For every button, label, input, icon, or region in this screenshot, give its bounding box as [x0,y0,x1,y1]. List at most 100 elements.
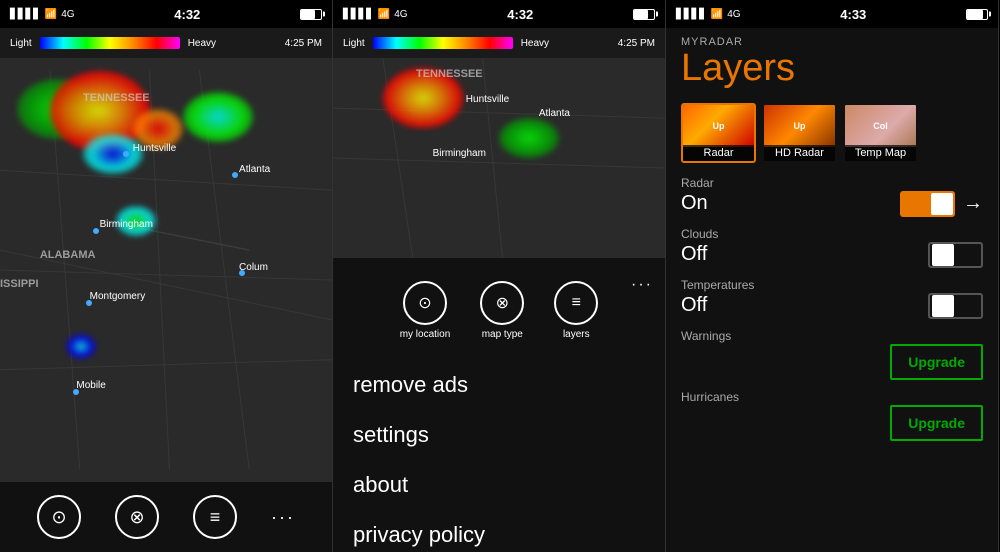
location-btn-1[interactable]: ⊙ [37,495,81,539]
control-radar-right: → [900,191,983,217]
city-label-huntsville: Huntsville [133,143,176,154]
city-2-huntsville: Huntsville [466,94,509,105]
toolbar-1: ⊙ ⊗ ≡ ··· [0,482,332,552]
control-hurricanes-name: Hurricanes [681,390,983,404]
heavy-label-2: Heavy [521,38,549,49]
map-area-2[interactable]: TENNESSEE Huntsville Atlanta Birmingham [333,58,665,258]
radar-thumb-label: Radar [683,145,754,161]
thumb-radar[interactable]: Up Radar [681,103,756,163]
temp-toggle[interactable] [928,293,983,319]
wifi-icon-2: 📶 [378,9,390,20]
map-area-1[interactable]: TENNESSEE ALABAMA ISSIPPI Huntsville Atl… [0,58,332,482]
clouds-toggle-knob [932,244,954,266]
wifi-icon-3: 📶 [711,9,723,20]
menu-settings[interactable]: settings [353,410,645,460]
city-dot-birmingham [93,228,99,234]
panel-1: ▋▋▋▋ 📶 4G 4:32 Light Heavy 4:25 PM [0,0,333,552]
radar-header-1: Light Heavy 4:25 PM [0,28,332,58]
toolbar-icons-row: ⊙ my location ⊗ map type ≡ layers [333,266,665,350]
radar-thumb-image: Up [683,105,754,147]
control-temperatures: Temperatures Off [681,278,983,319]
status-bar-2: ▋▋▋▋ 📶 4G 4:32 [333,0,665,28]
clouds-toggle[interactable] [928,242,983,268]
data-icon-2: 4G [394,9,407,20]
control-clouds-name: Clouds [681,227,983,241]
temp-thumb-col: Col [873,121,888,131]
menu-remove-ads[interactable]: remove ads [353,360,645,410]
status-time-1: 4:32 [174,7,200,22]
radar-time-1: 4:25 PM [285,38,322,49]
city-label-colum: Colum [239,262,268,273]
battery-icon-3 [966,9,988,20]
control-clouds: Clouds Off [681,227,983,268]
control-radar-row: On → [681,191,983,217]
control-warnings-name: Warnings [681,329,983,343]
thumb-temp-map[interactable]: Col Temp Map [843,103,918,163]
control-radar-value: On [681,192,708,215]
hurricanes-upgrade-btn[interactable]: Upgrade [890,405,983,441]
data-icon: 4G [61,9,74,20]
temp-thumb-image: Col [845,105,916,147]
battery-2 [633,9,655,20]
layer-controls: Radar On → Clouds Off [666,171,998,552]
control-radar-name: Radar [681,176,983,190]
city-label-montgomery: Montgomery [90,291,146,302]
layers-btn-1[interactable]: ≡ [193,495,237,539]
control-temp-name: Temperatures [681,278,983,292]
layers-icon-circle: ≡ [554,281,598,325]
light-label-2: Light [343,38,365,49]
menu-about[interactable]: about [353,460,645,510]
maptype-btn-1[interactable]: ⊗ [115,495,159,539]
radar-arrow-icon[interactable]: → [963,192,983,215]
temp-thumb-label: Temp Map [845,145,916,161]
radar-toggle[interactable] [900,191,955,217]
battery-1 [300,9,322,20]
signal-icon-3: ▋▋▋▋ [676,9,707,20]
control-radar: Radar On → [681,176,983,217]
layers-icon-label: layers [563,329,590,340]
status-time-2: 4:32 [507,7,533,22]
layers-title: Layers [681,48,983,90]
map-type-item[interactable]: ⊗ map type [480,281,524,340]
maptype-icon-label: map type [482,329,523,340]
status-bar-3: ▋▋▋▋ 📶 4G 4:33 [666,0,998,28]
city-label-birmingham: Birmingham [100,219,153,230]
legend-bar-2 [373,37,513,49]
my-location-item[interactable]: ⊙ my location [400,281,451,340]
panel-3: ▋▋▋▋ 📶 4G 4:33 MYRADAR Layers Up Radar U… [666,0,999,552]
radar-header-2: Light Heavy 4:25 PM [333,28,665,58]
radar-thumb-up: Up [713,121,725,131]
status-left-1: ▋▋▋▋ 📶 4G [10,9,75,20]
status-time-3: 4:33 [840,7,866,22]
more-btn-2[interactable]: ··· [631,276,653,294]
control-warnings: Warnings Upgrade [681,329,983,380]
radar-blob-2 [383,68,463,128]
warnings-upgrade-btn[interactable]: Upgrade [890,344,983,380]
radar-blob [66,334,96,359]
control-clouds-right [928,242,983,268]
light-label-1: Light [10,38,32,49]
hd-radar-thumb-label: HD Radar [764,145,835,161]
status-left-3: ▋▋▋▋ 📶 4G [676,9,741,20]
maptype-icon-circle: ⊗ [480,281,524,325]
menu-privacy-policy[interactable]: privacy policy [353,510,645,552]
control-temp-row: Off [681,293,983,319]
data-icon-3: 4G [727,9,740,20]
thumb-hd-radar[interactable]: Up HD Radar [762,103,837,163]
temp-toggle-knob [932,295,954,317]
battery-3 [966,9,988,20]
signal-icon: ▋▋▋▋ [10,9,41,20]
control-hurricanes-row: Upgrade [681,405,983,441]
radar-time-2: 4:25 PM [618,38,655,49]
menu-items: remove ads settings about privacy policy [333,355,665,552]
status-left-2: ▋▋▋▋ 📶 4G [343,9,408,20]
layers-item[interactable]: ≡ layers [554,281,598,340]
city-2-birmingham: Birmingham [433,148,486,159]
panel-2: ▋▋▋▋ 📶 4G 4:32 Light Heavy 4:25 PM TENNE… [333,0,666,552]
layers-header: MYRADAR Layers [666,28,998,95]
city-label-mobile: Mobile [76,380,105,391]
control-warnings-row: Upgrade [681,344,983,380]
more-btn-1[interactable]: ··· [271,507,295,528]
signal-icon-2: ▋▋▋▋ [343,9,374,20]
radar-blob-2 [499,118,559,158]
